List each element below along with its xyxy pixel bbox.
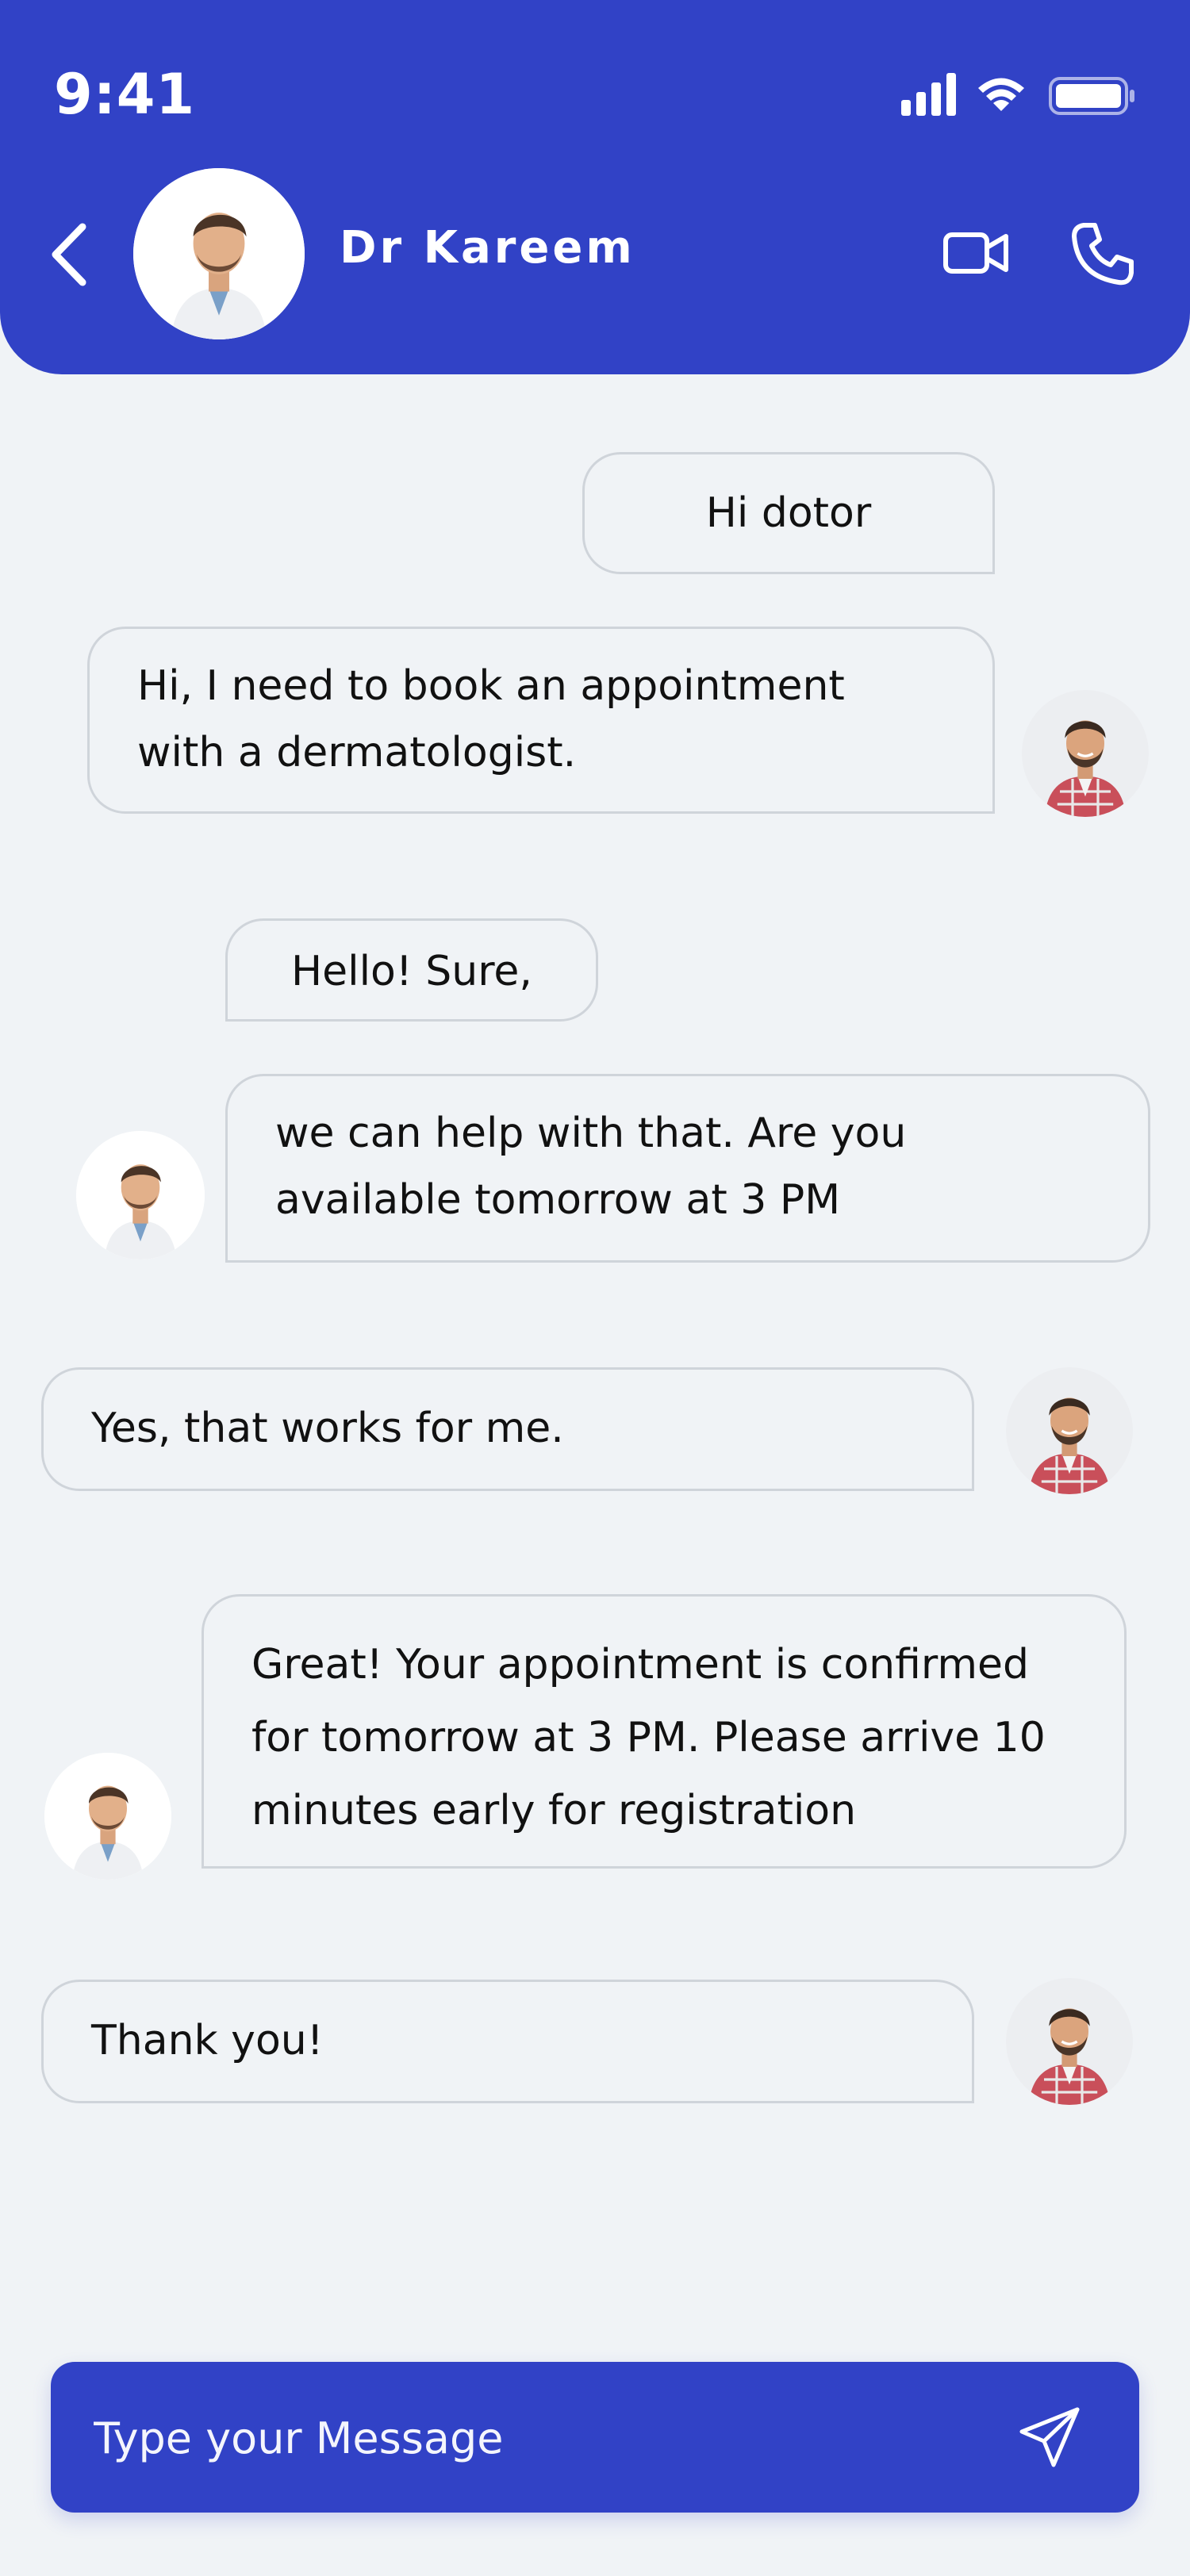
message-text: Thank you! [91,2017,324,2064]
doctor-avatar [44,1753,171,1880]
wifi-icon [978,78,1024,111]
doctor-avatar[interactable] [133,168,305,339]
patient-avatar [1006,1978,1133,2105]
chat-header: 9:41 Dr Kareem [0,0,1190,374]
message-bubble-incoming: Great! Your appointment is confirmed for… [202,1594,1127,1869]
back-arrow-icon[interactable] [44,219,95,290]
message-text: we can help with that. Are you available… [275,1110,907,1224]
message-input[interactable] [92,2394,968,2482]
message-bubble-outgoing: Thank you! [41,1980,974,2103]
message-text: Hi, I need to book an appointment with a… [137,662,845,776]
patient-avatar [1006,1367,1133,1494]
video-camera-icon[interactable] [942,228,1009,278]
message-composer [51,2362,1139,2513]
patient-avatar [1022,690,1149,817]
message-text: Great! Your appointment is confirmed for… [251,1641,1046,1834]
message-bubble-incoming: we can help with that. Are you available… [225,1074,1150,1263]
signal-icon [901,73,956,116]
message-text: Hi dotor [705,489,872,537]
message-text: Hello! Sure, [291,948,532,995]
phone-icon[interactable] [1069,220,1136,287]
message-bubble-outgoing: Hi dotor [582,452,995,574]
message-bubble-outgoing: Hi, I need to book an appointment with a… [87,627,995,814]
status-time: 9:41 [54,62,196,127]
message-bubble-incoming: Hello! Sure, [225,918,598,1022]
doctor-avatar [76,1131,205,1259]
message-bubble-outgoing: Yes, that works for me. [41,1367,974,1491]
battery-icon [1049,77,1134,115]
doctor-name: Dr Kareem [340,222,635,274]
send-icon[interactable] [1017,2405,1082,2470]
message-text: Yes, that works for me. [91,1405,564,1452]
